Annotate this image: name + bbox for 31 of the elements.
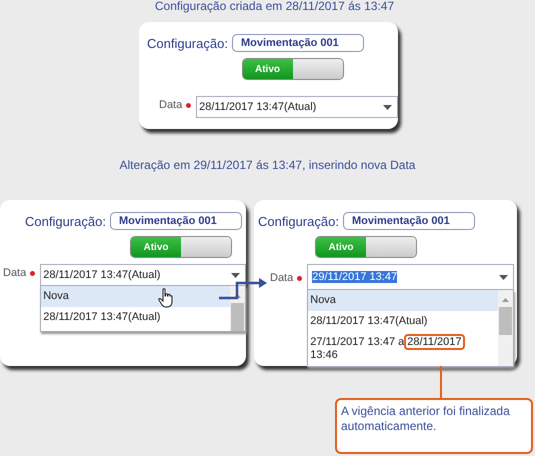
scrollbar[interactable]: [230, 286, 245, 331]
caret-icon: [383, 104, 392, 110]
config-input-field[interactable]: Movimentação 001: [342, 212, 475, 230]
callout-note: A vigência anterior foi finalizada automaticamente.: [335, 398, 533, 454]
caret-icon: [499, 274, 508, 280]
required-dot-icon: [186, 103, 192, 108]
dropdown-option[interactable]: 27/11/2017 13:47 a 28/11/2017 13:46: [308, 332, 498, 366]
dropdown-option[interactable]: Nova: [41, 286, 230, 307]
config-label: Configuração:: [258, 214, 339, 228]
arrow-connector: [219, 278, 267, 302]
date-label: Data: [270, 272, 294, 284]
dropdown-option[interactable]: 28/11/2017 13:47(Atual): [41, 307, 230, 328]
date-label: Data: [3, 267, 26, 279]
caret-icon: [231, 272, 240, 278]
dropdown-option[interactable]: Nova: [308, 290, 498, 311]
section-heading: Alteração em 29/11/2017 ás 13:47, inserindo nova Data: [118, 159, 416, 173]
required-dot-icon: [30, 271, 36, 276]
date-label: Data: [159, 99, 182, 111]
date-select[interactable]: 28/11/2017 13:47(Atual): [40, 264, 246, 286]
scroll-up-icon[interactable]: [234, 294, 241, 298]
required-dot-icon: [297, 276, 302, 281]
config-label: Configuração:: [147, 36, 228, 50]
section-heading: Configuração criada em 28/11/2017 ás 13:47: [154, 0, 396, 14]
date-select[interactable]: 29/11/2017 13:47: [307, 264, 514, 290]
leader-line: [440, 366, 442, 398]
config-input-field[interactable]: Movimentação 001: [232, 34, 364, 52]
scrollbar[interactable]: [498, 290, 514, 366]
date-select[interactable]: 28/11/2017 13:47(Atual): [196, 96, 398, 118]
config-label: Configuração:: [25, 214, 106, 228]
config-input-field[interactable]: Movimentação 001: [110, 212, 242, 230]
dropdown-option[interactable]: 28/11/2017 13:47(Atual): [308, 311, 498, 332]
